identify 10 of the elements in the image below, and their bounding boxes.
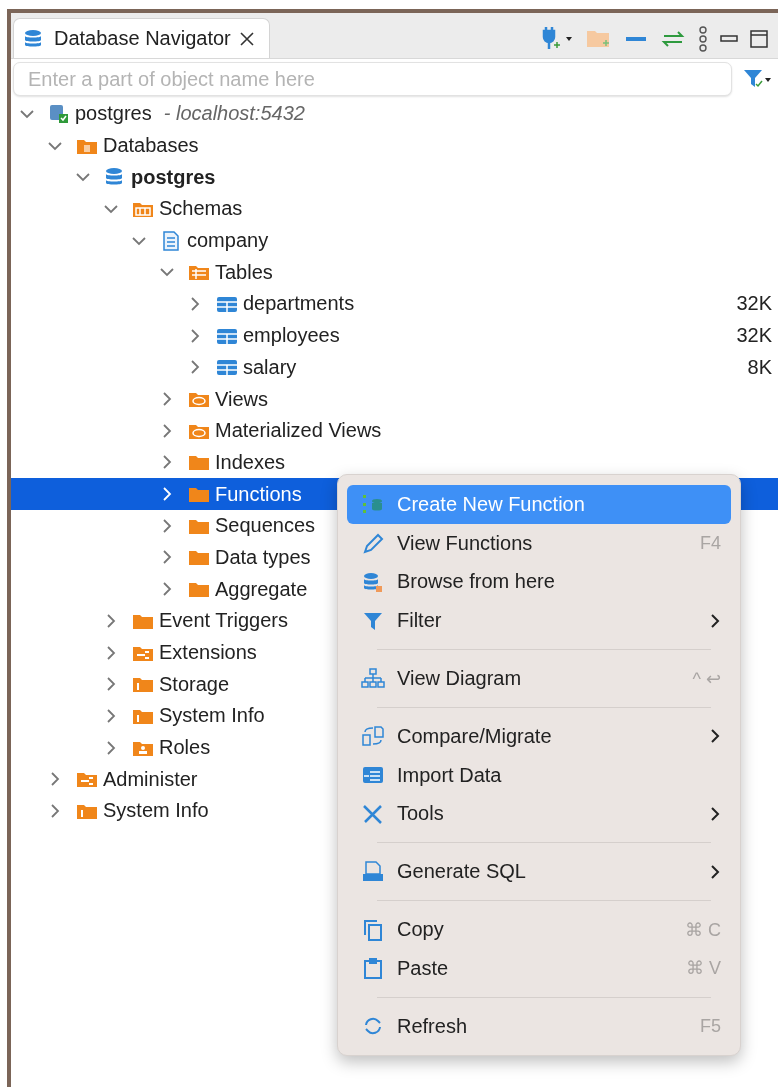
table-size: 32K xyxy=(736,292,772,316)
shortcut-hint: F4 xyxy=(700,532,721,554)
shortcut-hint: ⌘ C xyxy=(685,918,721,941)
shortcut-hint: ^ ↩ xyxy=(692,667,721,690)
table-size: 8K xyxy=(747,355,772,379)
tab-title: Database Navigator xyxy=(54,27,231,50)
shortcut-hint: F5 xyxy=(700,1015,721,1037)
shortcut-hint: ⌘ V xyxy=(686,957,721,980)
host-detail: - localhost:5432 xyxy=(163,102,305,126)
table-size: 32K xyxy=(736,324,772,348)
